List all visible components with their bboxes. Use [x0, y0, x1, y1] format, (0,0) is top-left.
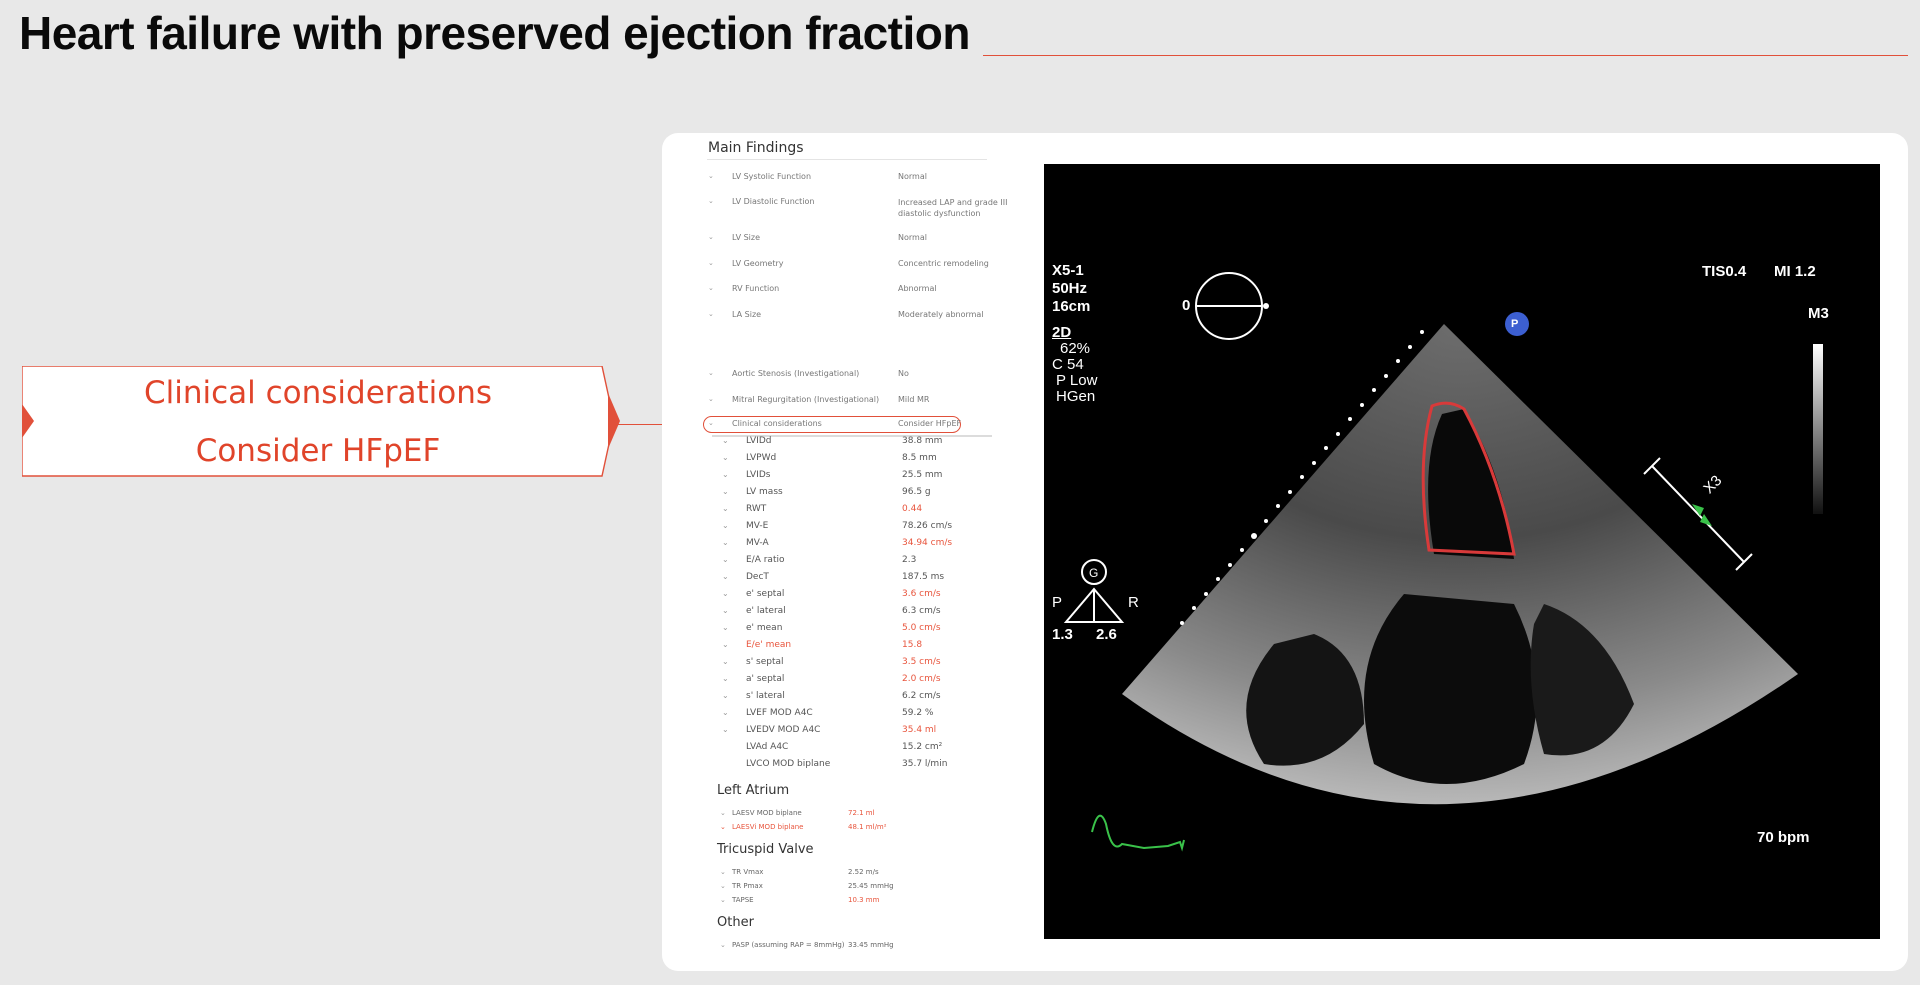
tis-label: TIS0.4	[1702, 263, 1747, 280]
focus-right-value: 2.6	[1096, 626, 1117, 643]
echo-scan-graphic	[1063, 272, 1823, 852]
chevron-down-icon: ⌄	[708, 369, 714, 377]
mi-label: MI 1.2	[1774, 263, 1816, 280]
chevron-down-icon: ⌄	[720, 896, 726, 904]
chevron-down-icon: ⌄	[722, 504, 729, 513]
chevron-down-icon: ⌄	[720, 868, 726, 876]
chevron-down-icon: ⌄	[722, 572, 729, 581]
chevron-down-icon: ⌄	[722, 657, 729, 666]
chevron-down-icon: ⌄	[708, 395, 714, 403]
findings-panel: Main Findings ⌄ LV Systolic Function Nor…	[662, 133, 1007, 971]
preset-label: M3	[1808, 305, 1829, 322]
chevron-down-icon: ⌄	[722, 708, 729, 717]
focus-r-label: R	[1128, 594, 1139, 611]
page-title: Heart failure with preserved ejection fr…	[19, 7, 970, 59]
findings-divider	[707, 159, 987, 160]
chevron-down-icon: ⌄	[720, 882, 726, 890]
callout-title: Clinical considerations	[143, 375, 493, 411]
title-rule	[983, 55, 1908, 56]
chevron-down-icon: ⌄	[722, 521, 729, 530]
main-findings-title: Main Findings	[708, 140, 804, 156]
chevron-down-icon: ⌄	[708, 310, 714, 318]
echo-image: X5-1 50Hz 16cm 2D 62% C 54 P Low HGen 0 …	[1044, 164, 1880, 939]
callout-subtitle: Consider HFpEF	[195, 433, 441, 469]
heart-rate-label: 70 bpm	[1757, 829, 1810, 846]
chevron-down-icon: ⌄	[722, 589, 729, 598]
chevron-down-icon: ⌄	[708, 419, 714, 427]
clinical-callout: Clinical considerations Consider HFpEF	[22, 366, 620, 477]
g-marker-label: G	[1089, 566, 1099, 580]
chevron-down-icon: ⌄	[722, 436, 729, 445]
report-card: Main Findings ⌄ LV Systolic Function Nor…	[662, 133, 1908, 971]
frame-rate-label: 50Hz	[1052, 280, 1088, 297]
chevron-down-icon: ⌄	[708, 172, 714, 180]
chevron-down-icon: ⌄	[722, 623, 729, 632]
tricuspid-title: Tricuspid Valve	[717, 842, 814, 857]
chevron-down-icon: ⌄	[720, 809, 726, 817]
chevron-down-icon: ⌄	[722, 453, 729, 462]
chevron-down-icon: ⌄	[708, 197, 714, 205]
focus-p-label: P	[1052, 594, 1063, 611]
chevron-down-icon: ⌄	[722, 691, 729, 700]
chevron-down-icon: ⌄	[722, 640, 729, 649]
angle-label: 0	[1182, 297, 1191, 314]
chevron-down-icon: ⌄	[722, 470, 729, 479]
hgen-label: HGen	[1056, 388, 1096, 405]
chevron-down-icon: ⌄	[708, 233, 714, 241]
chevron-down-icon: ⌄	[708, 259, 714, 267]
chevron-down-icon: ⌄	[722, 555, 729, 564]
p-marker-label: P	[1511, 318, 1519, 330]
chevron-down-icon: ⌄	[722, 538, 729, 547]
chevron-down-icon: ⌄	[708, 284, 714, 292]
other-title: Other	[717, 915, 754, 930]
chevron-down-icon: ⌄	[722, 606, 729, 615]
probe-label: X5-1	[1052, 262, 1084, 279]
chevron-down-icon: ⌄	[722, 725, 729, 734]
depth-label: 16cm	[1052, 298, 1091, 315]
left-atrium-title: Left Atrium	[717, 783, 790, 798]
chevron-down-icon: ⌄	[720, 823, 726, 831]
chevron-down-icon: ⌄	[722, 487, 729, 496]
chevron-down-icon: ⌄	[720, 941, 726, 949]
focus-left-value: 1.3	[1052, 626, 1073, 643]
chevron-down-icon: ⌄	[722, 674, 729, 683]
